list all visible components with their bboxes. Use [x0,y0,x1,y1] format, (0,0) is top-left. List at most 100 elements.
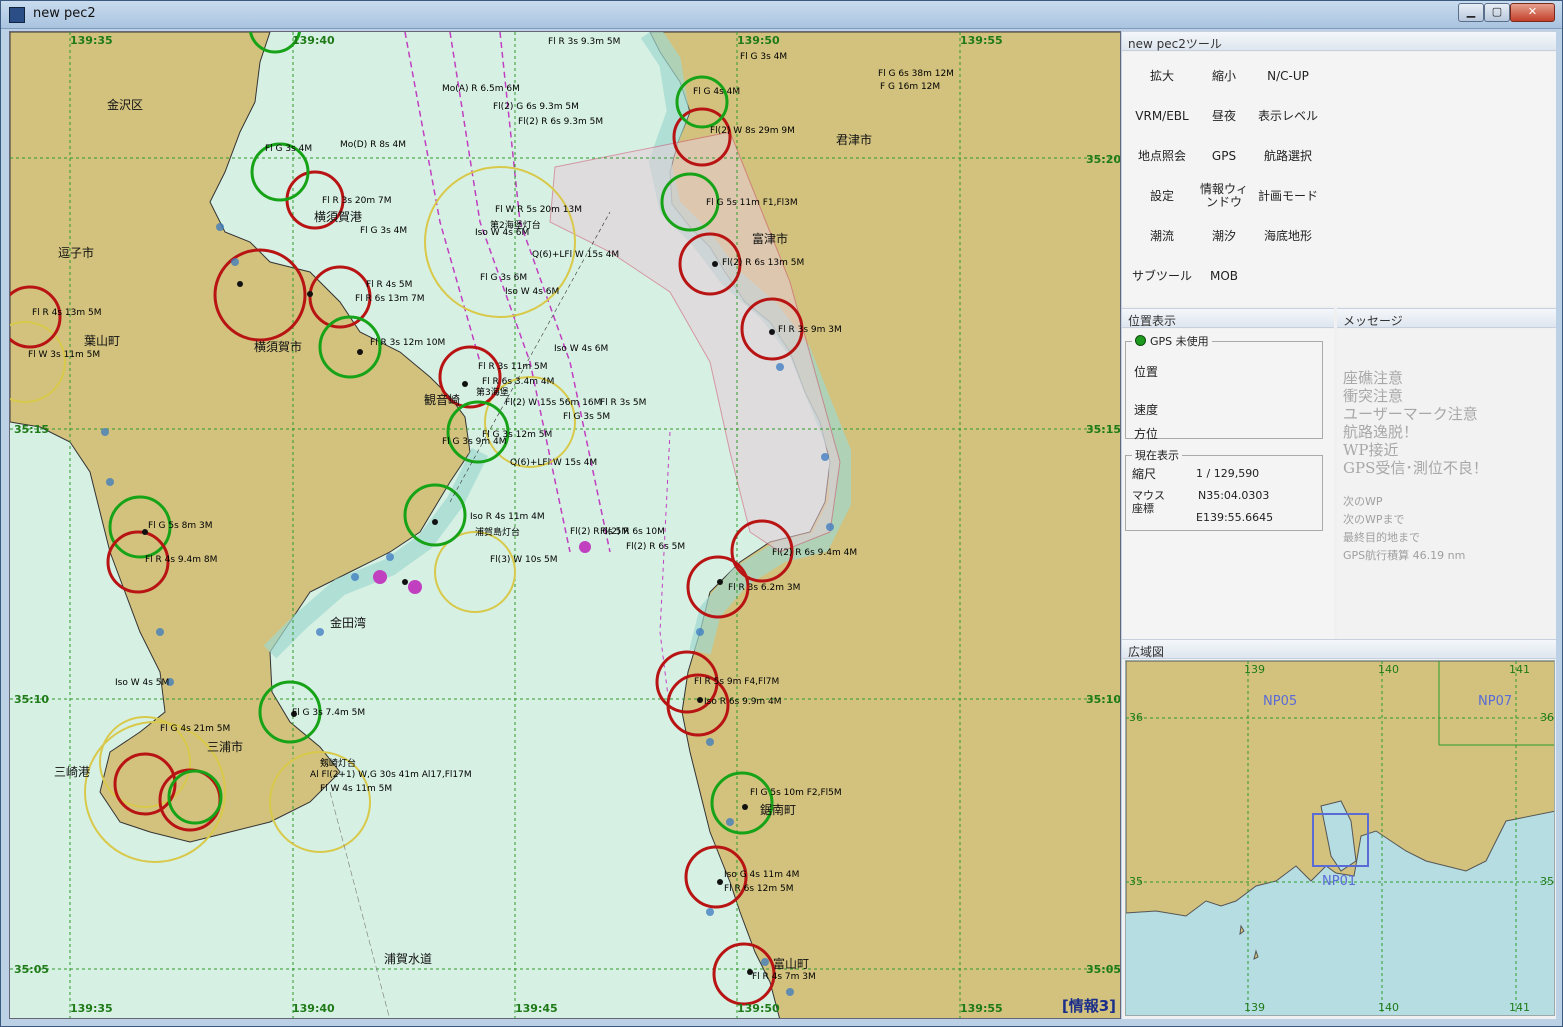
place-name: 葉山町 [84,334,121,348]
close-button[interactable]: ✕ [1510,3,1555,22]
place-name: 金田湾 [330,616,367,630]
info-window-label[interactable]: [情報3] [1062,995,1116,1016]
minimize-button[interactable]: ▁ [1458,3,1484,22]
mouse-lon-value: E139:55.6645 [1196,511,1274,524]
place-name: 三崎港 [54,765,91,779]
app-window: new pec2 ▁ ▢ ✕ 139:35 139:40 139:50 139:… [0,0,1563,1027]
display-level-button[interactable]: 表示レベル [1256,100,1320,132]
tidal-current-button[interactable]: 潮流 [1130,220,1194,252]
light-label: Mo(D) R 8s 4M [340,140,406,150]
zoom-in-button[interactable]: 拡大 [1130,60,1194,92]
light-label: Al Fl(2+1) W,G 30s 41m Al17,Fl17M [310,770,472,780]
light-label: Fl(2) R 6s 9.4m 4M [772,548,858,558]
maximize-button[interactable]: ▢ [1484,3,1510,22]
chart-sheet-label[interactable]: NP01 [1322,874,1356,889]
light-label: Iso G 4s 11m 4M [724,870,800,880]
overview-lat-36: 36 [1129,711,1143,724]
lon-label-top: 139:35 [70,34,113,47]
lat-label-left: 35:05 [14,963,50,976]
position-header: 位置表示 [1122,308,1334,328]
mouse-lat-value: N35:04.0303 [1198,489,1270,502]
light-label: Fl W 4s 11m 5M [320,784,393,794]
position-label: 位置 [1134,365,1159,379]
light-label: Fl G 4s 4M [693,87,741,97]
place-name: 鋸南町 [760,803,797,817]
light-label: Fl R 3s 5M [600,398,647,408]
lon-label-bottom: 139:45 [515,1002,558,1015]
overview-bottom-tick: 139 [1244,1001,1265,1014]
light-label: Fl G 3s 9m 4M [442,437,507,447]
light-label: Fl G 3s 4M [740,52,788,62]
title-bar[interactable]: new pec2 ▁ ▢ ✕ [1,1,1562,29]
sub-tools-button[interactable]: サブツール [1130,260,1194,292]
window-title: new pec2 [33,6,96,21]
overview-lat-36-right: 36 [1540,711,1554,724]
settings-button[interactable]: 設定 [1130,180,1194,212]
light-label: Fl R 6s 13m 7M [355,294,425,304]
messages-header: メッセージ [1337,308,1556,328]
overview-lat-35: 35 [1129,875,1143,888]
light-label: Iso W 4s 5M [115,678,170,688]
light-label: Fl R 3s 9m 3M [778,325,842,335]
light-label: Fl R 4s 9.4m 8M [145,555,218,565]
light-label: Fl G 3s 6M [480,273,528,283]
scale-label: 縮尺 [1132,467,1157,481]
place-name: 富山町 [773,957,810,971]
light-label: 第3海堡 [476,388,509,398]
lon-label-bottom: 139:50 [737,1002,780,1015]
chart-sheet-label[interactable]: NP07 [1478,694,1512,709]
overview-map[interactable]: 139 140 141 139 140 141 36 36 35 35 NP05… [1125,660,1555,1016]
light-label: Q(6)+LFl W 15s 4M [532,250,620,260]
place-name: 横須賀港 [314,210,363,224]
vrm-ebl-button[interactable]: VRM/EBL [1130,100,1194,132]
light-label: Fl R 5s 9m F4,Fl7M [694,677,780,687]
light-label: Fl W R 5s 20m 13M [495,205,582,215]
lat-label-left: 35:15 [14,423,50,436]
light-label: F G 16m 12M [880,82,941,92]
lon-label-bottom: 139:35 [70,1002,113,1015]
gps-button[interactable]: GPS [1192,140,1256,172]
scale-value: 1 / 129,590 [1196,467,1260,480]
current-display-group: 現在表示 縮尺 1 / 129,590 マウス 座標 N35:04.0303 E… [1125,447,1323,531]
overview-header: 広域図 [1122,639,1556,659]
route-select-button[interactable]: 航路選択 [1256,140,1320,172]
north-course-up-button[interactable]: N/C-UP [1256,60,1320,92]
light-label: Fl R 4s 5M [366,280,413,290]
gps-log-total: GPS航行積算 46.19 nm [1343,549,1466,562]
current-display-legend: 現在表示 [1135,449,1179,462]
nautical-chart-view[interactable]: 139:35 139:40 139:50 139:55 139:35 139:4… [9,31,1121,1019]
light-label: Fl R 3s 20m 7M [322,196,392,206]
place-name: 富津市 [752,232,789,246]
lon-label-top: 139:55 [960,34,1003,47]
lon-label-top: 139:40 [292,34,335,47]
seabed-terrain-button[interactable]: 海底地形 [1256,220,1320,252]
overview-canvas[interactable] [1126,661,1555,1016]
chart-sheet-label[interactable]: NP05 [1263,694,1297,709]
point-query-button[interactable]: 地点照会 [1130,140,1194,172]
place-name: 観音崎 [424,393,461,407]
plan-mode-button[interactable]: 計画モード [1256,180,1320,212]
place-name: 金沢区 [107,98,144,112]
light-label: Fl G 5s 11m F1,Fl3M [706,198,798,208]
light-label: Fl G 5s 10m F2,Fl5M [750,788,842,798]
day-night-button[interactable]: 昼夜 [1192,100,1256,132]
tide-button[interactable]: 潮汐 [1192,220,1256,252]
land-miura [10,32,471,843]
light-label: Fl W 3s 11m 5M [28,350,101,360]
info-window-button[interactable]: 情報ウィンドウ [1192,180,1256,212]
light-label: 浦賀島灯台 [475,528,521,538]
light-label: Iso W 4s 6M [505,287,560,297]
next-wp-distance-label: 次のWPまで [1343,513,1405,526]
mob-button[interactable]: MOB [1192,260,1256,292]
tools-panel: 拡大 縮小 N/C-UP VRM/EBL 昼夜 表示レベル 地点照会 GPS 航… [1122,52,1556,306]
place-name: 君津市 [836,133,873,147]
lon-label-top: 139:50 [737,34,780,47]
light-label: Fl R 4s 13m 5M [32,308,102,318]
lat-label-right: 35:05 [1086,963,1121,976]
light-label: Fl R 6s 12m 5M [724,884,794,894]
gps-status-icon [1135,335,1146,346]
light-label: Fl G 5s 8m 3M [148,521,213,531]
light-label: Iso R 4s 11m 4M [470,512,545,522]
zoom-out-button[interactable]: 縮小 [1192,60,1256,92]
alert-gps-fault: GPS受信･測位不良！ [1343,459,1488,477]
